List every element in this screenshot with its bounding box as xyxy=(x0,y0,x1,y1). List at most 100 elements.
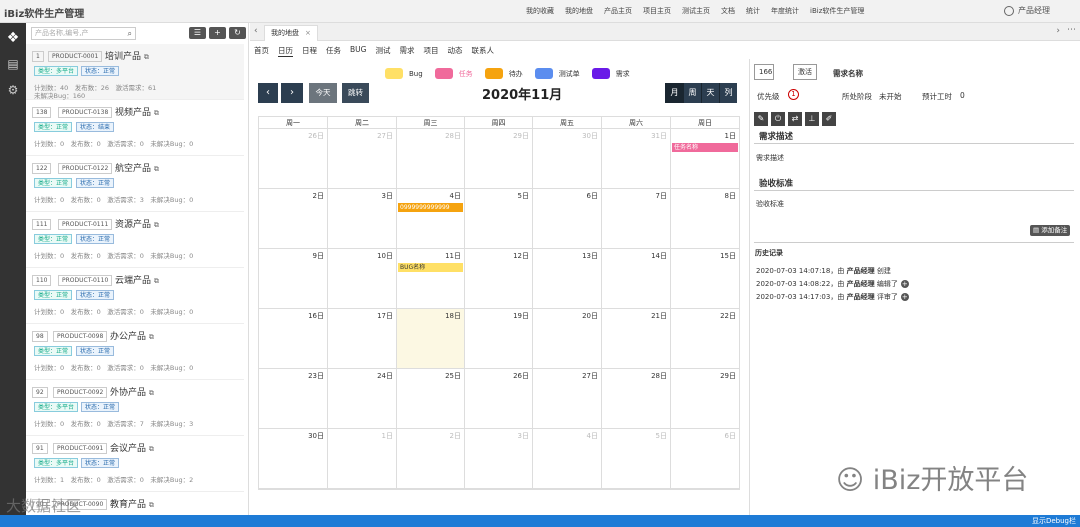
view-day-button[interactable]: 天 xyxy=(701,83,719,103)
calendar-event[interactable]: 0999999999999 xyxy=(398,203,463,212)
calendar-day-cell[interactable]: 13日 xyxy=(533,249,602,309)
topnav-stats[interactable]: 统计 xyxy=(746,6,760,16)
calendar-day-cell[interactable]: 6日 xyxy=(671,429,740,489)
calendar-day-cell[interactable]: 2日 xyxy=(259,189,328,249)
calendar-day-cell[interactable]: 16日 xyxy=(259,309,328,369)
legend-testrun-swatch[interactable] xyxy=(534,68,553,79)
external-link-icon[interactable]: ⧉ xyxy=(149,333,154,341)
product-name[interactable]: 会议产品 ⧉ xyxy=(110,441,154,454)
calendar-day-cell[interactable]: 23日 xyxy=(259,369,328,429)
calendar-day-cell[interactable]: 17日 xyxy=(328,309,397,369)
plus-icon[interactable]: + xyxy=(209,27,226,39)
subnav-home[interactable]: 首页 xyxy=(254,45,269,57)
calendar-day-cell[interactable]: 22日 xyxy=(671,309,740,369)
chevron-right-icon[interactable]: › xyxy=(1056,26,1060,36)
product-name[interactable]: 外协产品 ⧉ xyxy=(110,385,154,398)
tab-my-space[interactable]: 我的地盘 × xyxy=(264,25,318,41)
product-item[interactable]: 92 PRODUCT-0092 外协产品 ⧉ 类型：多平台 状态：正常 计划数：0 发布数… xyxy=(26,380,244,436)
calendar-day-cell[interactable]: 1日 任务名称 xyxy=(671,129,740,189)
calendar-day-cell[interactable]: 4日 xyxy=(533,429,602,489)
logo-icon[interactable]: ❖ xyxy=(6,31,20,45)
calendar-day-cell[interactable]: 18日 xyxy=(397,309,465,369)
calendar-day-cell[interactable]: 14日 xyxy=(602,249,671,309)
user-menu[interactable]: 产品经理 xyxy=(1004,5,1050,16)
product-name[interactable]: 航空产品 ⧉ xyxy=(115,161,159,174)
calendar-day-cell[interactable]: 9日 xyxy=(259,249,328,309)
edit-icon[interactable]: ✎ xyxy=(754,112,768,126)
calendar-day-cell[interactable]: 4日 0999999999999 xyxy=(397,189,465,249)
product-name[interactable]: 教育产品 ⧉ xyxy=(110,497,154,510)
calendar-day-cell[interactable]: 12日 xyxy=(465,249,533,309)
view-week-button[interactable]: 周 xyxy=(683,83,701,103)
hierarchy-icon[interactable]: ⊥ xyxy=(805,112,819,126)
expand-icon[interactable]: + xyxy=(900,280,909,288)
external-link-icon[interactable]: ⧉ xyxy=(154,165,159,173)
close-icon[interactable]: × xyxy=(305,29,311,37)
swap-icon[interactable]: ⇄ xyxy=(788,112,802,126)
gear-icon[interactable]: ⚙ xyxy=(6,83,20,97)
calendar-day-cell[interactable]: 11日 BUG名称 xyxy=(397,249,465,309)
expand-icon[interactable]: + xyxy=(900,293,909,301)
more-icon[interactable]: ⋯ xyxy=(1067,25,1076,35)
topnav-ibiz[interactable]: iBiz软件生产管理 xyxy=(810,6,864,16)
calendar-day-cell[interactable]: 19日 xyxy=(465,309,533,369)
calendar-day-cell[interactable]: 3日 xyxy=(328,189,397,249)
jump-button[interactable]: 跳转 xyxy=(342,83,369,103)
view-month-button[interactable]: 月 xyxy=(665,83,683,103)
calendar-day-cell[interactable]: 21日 xyxy=(602,309,671,369)
product-item[interactable]: 98 PRODUCT-0098 办公产品 ⧉ 类型：正常 状态：正常 计划数：0 发布数：… xyxy=(26,324,244,380)
calendar-day-cell[interactable]: 30日 xyxy=(533,129,602,189)
list-icon[interactable]: ☰ xyxy=(189,27,206,39)
legend-todo-swatch[interactable] xyxy=(484,68,503,79)
external-link-icon[interactable]: ⧉ xyxy=(154,277,159,285)
product-name[interactable]: 云端产品 ⧉ xyxy=(115,273,159,286)
topnav-annual-stats[interactable]: 年度统计 xyxy=(771,6,799,16)
calendar-day-cell[interactable]: 20日 xyxy=(533,309,602,369)
product-item[interactable]: 91 PRODUCT-0091 会议产品 ⧉ 类型：多平台 状态：正常 计划数：1 发布数… xyxy=(26,436,244,492)
view-list-button[interactable]: 列 xyxy=(719,83,737,103)
topnav-test-home[interactable]: 测试主页 xyxy=(682,6,710,16)
next-month-button[interactable]: › xyxy=(281,83,303,103)
calendar-day-cell[interactable]: 29日 xyxy=(671,369,740,429)
calendar-event[interactable]: BUG名称 xyxy=(398,263,463,272)
product-name[interactable]: 培训产品 ⧉ xyxy=(105,49,149,62)
topnav-docs[interactable]: 文档 xyxy=(721,6,735,16)
legend-task-swatch[interactable] xyxy=(434,68,453,79)
calendar-day-cell[interactable]: 27日 xyxy=(533,369,602,429)
calendar-day-cell[interactable]: 3日 xyxy=(465,429,533,489)
external-link-icon[interactable]: ⧉ xyxy=(149,389,154,397)
calendar-day-cell[interactable]: 26日 xyxy=(465,369,533,429)
external-link-icon[interactable]: ⧉ xyxy=(144,53,149,61)
calendar-event[interactable]: 任务名称 xyxy=(672,143,738,152)
external-link-icon[interactable]: ⧉ xyxy=(154,221,159,229)
subnav-project[interactable]: 项目 xyxy=(423,45,438,57)
product-item[interactable]: 122 PRODUCT-0122 航空产品 ⧉ 类型：正常 状态：正常 计划数：0 发布数… xyxy=(26,156,244,212)
subnav-calendar[interactable]: 日历 xyxy=(278,45,293,57)
product-name[interactable]: 资源产品 ⧉ xyxy=(115,217,159,230)
subnav-story[interactable]: 需求 xyxy=(399,45,414,57)
chevron-left-icon[interactable]: ‹ xyxy=(254,26,258,36)
calendar-day-cell[interactable]: 8日 xyxy=(671,189,740,249)
activate-button[interactable]: 激活 xyxy=(793,64,817,80)
calendar-day-cell[interactable]: 29日 xyxy=(465,129,533,189)
calendar-day-cell[interactable]: 2日 xyxy=(397,429,465,489)
subnav-bug[interactable]: BUG xyxy=(350,45,366,57)
search-icon[interactable]: ⌕ xyxy=(128,28,132,39)
calendar-day-cell[interactable]: 25日 xyxy=(397,369,465,429)
calendar-day-cell[interactable]: 26日 xyxy=(259,129,328,189)
calendar-day-cell[interactable]: 6日 xyxy=(533,189,602,249)
search-input[interactable]: 产品名称,编号,产 ⌕ xyxy=(31,27,136,40)
legend-bug-swatch[interactable] xyxy=(385,68,403,79)
prev-month-button[interactable]: ‹ xyxy=(258,83,278,103)
subnav-contacts[interactable]: 联系人 xyxy=(471,45,494,57)
calendar-day-cell[interactable]: 28日 xyxy=(397,129,465,189)
calendar-day-cell[interactable]: 1日 xyxy=(328,429,397,489)
legend-story-swatch[interactable] xyxy=(591,68,610,79)
calendar-day-cell[interactable]: 10日 xyxy=(328,249,397,309)
add-note-button[interactable]: ▤ 添加备注 xyxy=(1030,225,1071,236)
today-button[interactable]: 今天 xyxy=(309,83,337,103)
calendar-day-cell[interactable]: 28日 xyxy=(602,369,671,429)
power-icon[interactable]: ⏻ xyxy=(771,112,785,126)
calendar-day-cell[interactable]: 27日 xyxy=(328,129,397,189)
topnav-my-space[interactable]: 我的地盘 xyxy=(565,6,593,16)
